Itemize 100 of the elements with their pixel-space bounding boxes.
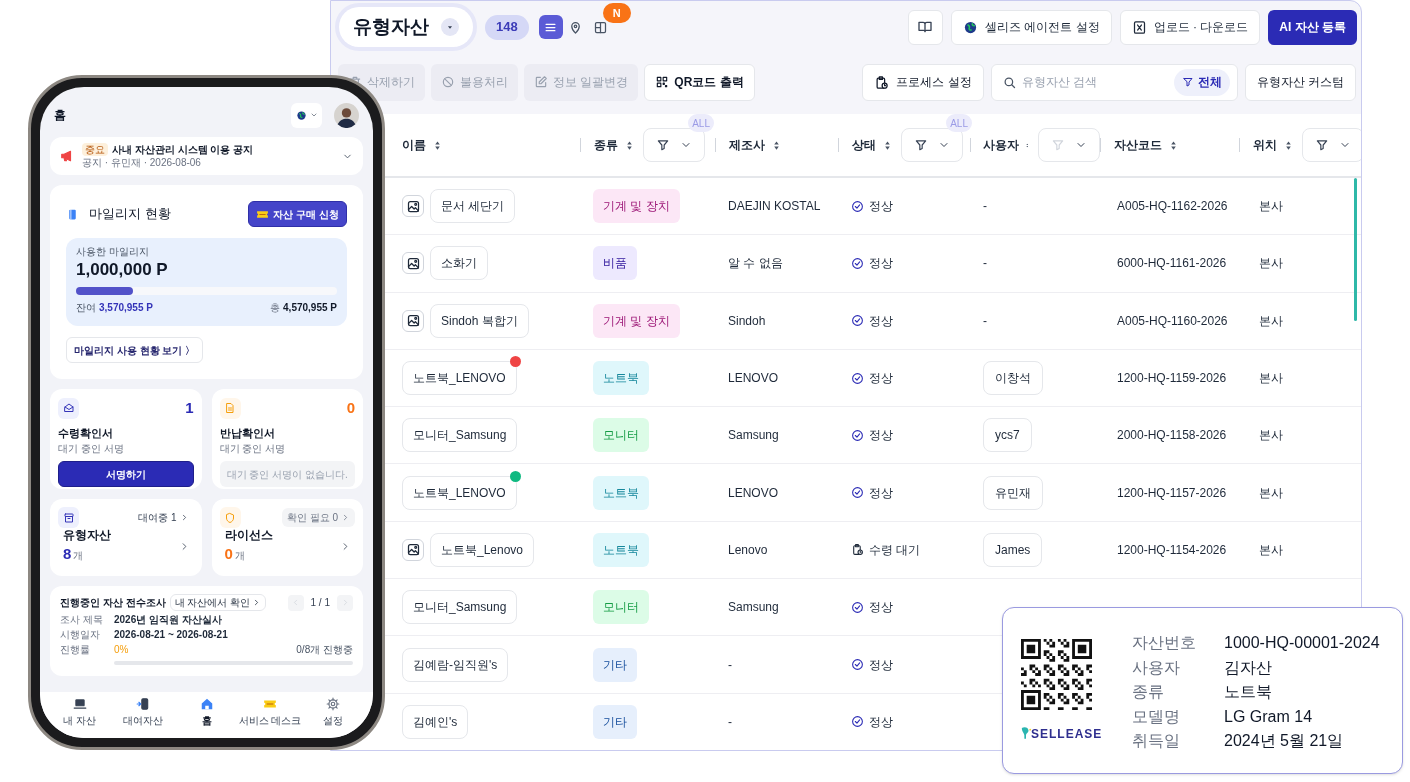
- asset-name[interactable]: 소화기: [430, 246, 488, 281]
- table-cell-text: -: [728, 713, 732, 731]
- view-button[interactable]: [538, 15, 563, 39]
- screen-title: 홈: [54, 107, 66, 124]
- card-subtitle: 대기 중인 서명: [219, 442, 287, 456]
- guide-button[interactable]: [908, 9, 943, 45]
- purchase-request-button[interactable]: 자산 구매 신청: [248, 201, 347, 227]
- spreadsheet-icon: [1131, 19, 1147, 35]
- column-header[interactable]: 제조사: [729, 136, 765, 154]
- usage-history-link[interactable]: 마일리지 사용 현황 보기 〉: [66, 337, 204, 363]
- new-badge: N: [602, 3, 631, 23]
- sign-button[interactable]: 서명하기: [58, 461, 194, 487]
- edit-icon: [534, 75, 548, 89]
- column-header[interactable]: 이름: [402, 136, 426, 154]
- megaphone-icon: [60, 149, 74, 163]
- home-icon: [199, 697, 214, 711]
- book-icon: [66, 207, 79, 221]
- card-title: 유형자산: [63, 528, 111, 543]
- user-name[interactable]: ycs7: [983, 418, 1032, 453]
- column-header[interactable]: 자산코드: [1114, 136, 1162, 154]
- nav-item[interactable]: 대여자산: [111, 697, 175, 728]
- column-header[interactable]: 종류: [594, 136, 618, 154]
- laptop-icon: [72, 697, 87, 711]
- category-tag: 기타: [593, 704, 637, 739]
- table-cell-text: -: [728, 656, 732, 674]
- field-label: 취득일: [1132, 731, 1181, 751]
- asset-name[interactable]: 모니터_Samsung: [402, 590, 518, 625]
- filter-button[interactable]: [643, 128, 705, 162]
- column-header[interactable]: 위치: [1253, 136, 1277, 154]
- search-field[interactable]: 유형자산 검색 전체: [990, 63, 1238, 101]
- nav-item[interactable]: 설정: [301, 697, 366, 728]
- column-header[interactable]: 상태: [852, 136, 876, 154]
- field-label: 자산번호: [1132, 633, 1197, 653]
- table-cell-text: 본사: [1259, 198, 1283, 216]
- avatar[interactable]: [334, 102, 359, 128]
- filter-button[interactable]: 전체: [1173, 68, 1230, 96]
- field-label: 종류: [1132, 682, 1165, 702]
- table-cell-text: 1200-HQ-1154-2026: [1117, 541, 1227, 559]
- table-cell-text: -: [983, 312, 987, 330]
- table-cell-text: 6000-HQ-1161-2026: [1117, 255, 1227, 273]
- table-cell-text: 2000-HQ-1158-2026: [1117, 427, 1227, 445]
- field-value: 2026년 임직원 자산실사: [114, 613, 222, 626]
- filter-button[interactable]: [1038, 128, 1100, 162]
- remaining-amount: 3,570,955 P: [99, 301, 153, 315]
- toolbar-button[interactable]: QR코드 출력: [644, 63, 755, 101]
- asset-name[interactable]: 김예람-임직원's: [402, 647, 509, 682]
- asset-summary-card[interactable]: 대여중 1 유형자산 8개: [50, 499, 202, 576]
- card-title: 진행중인 자산 전수조사: [60, 596, 166, 610]
- scrollbar[interactable]: [1354, 178, 1357, 321]
- table-cell-text: -: [983, 255, 987, 273]
- status-text: 정상: [869, 484, 893, 502]
- filter-button[interactable]: [901, 128, 963, 162]
- pending-count: 1: [185, 398, 194, 418]
- asset-name[interactable]: Sindoh 복합기: [430, 303, 529, 338]
- customize-button[interactable]: 유형자산 커스텀: [1244, 63, 1356, 101]
- user-name[interactable]: 이창석: [983, 361, 1043, 396]
- table-cell-text: 본사: [1259, 370, 1283, 388]
- mileage-label: 사용한 마일리지: [76, 246, 150, 258]
- check-circle-icon: [851, 428, 864, 442]
- register-button[interactable]: AI 자산 등록: [1268, 9, 1357, 45]
- filter-icon: [1051, 138, 1065, 152]
- category-tag: 노트북: [593, 361, 649, 396]
- status-chip[interactable]: 대여중 1: [133, 508, 194, 527]
- asset-name[interactable]: 모니터_Samsung: [402, 418, 518, 453]
- agent-settings-button[interactable]: 셀리즈 에이전트 설정: [951, 9, 1112, 45]
- asset-name[interactable]: 노트북_Lenovo: [430, 532, 535, 567]
- archive-icon: [58, 507, 79, 528]
- field-label: 모델명: [1132, 706, 1181, 727]
- notice-card[interactable]: 중요 사내 자산관리 시스템 이용 공지 공지 · 유민재 · 2026-08-06: [50, 137, 363, 175]
- phone-icon: [136, 697, 151, 711]
- nav-item[interactable]: 서비스 데스크: [238, 697, 302, 728]
- filter-button[interactable]: [1302, 128, 1361, 162]
- table-cell-text: LENOVO: [728, 484, 778, 502]
- nav-item[interactable]: 홈: [174, 697, 239, 728]
- user-name[interactable]: 유민재: [983, 475, 1043, 510]
- user-name[interactable]: James: [983, 532, 1043, 567]
- status-text: 정상: [869, 370, 893, 388]
- chevron-down-icon: [309, 111, 318, 119]
- field-value: 2024년 5월 21일: [1224, 731, 1345, 751]
- globe-icon: [963, 19, 978, 35]
- asset-name[interactable]: 김예인's: [402, 704, 469, 739]
- filter-badge: ALL: [688, 114, 714, 132]
- field-value: 노트북: [1224, 682, 1273, 702]
- asset-name[interactable]: 문서 세단기: [430, 189, 516, 224]
- category-tag: 기계 및 장치: [593, 189, 680, 224]
- asset-summary-card[interactable]: 확인 필요 0 라이선스 0개: [211, 499, 363, 576]
- sort-icon: [1283, 138, 1294, 152]
- card-title: 반납확인서: [219, 425, 276, 441]
- field-value: 1000-HQ-00001-2024: [1224, 633, 1380, 653]
- language-dropdown[interactable]: [291, 102, 322, 128]
- nav-item[interactable]: 내 자산: [48, 697, 112, 728]
- check-circle-icon: [851, 371, 864, 385]
- my-assets-link[interactable]: 내 자산에서 확인: [169, 594, 267, 611]
- sort-icon: [432, 138, 443, 152]
- column-header[interactable]: 사용자: [983, 136, 1020, 154]
- check-circle-icon: [851, 314, 864, 328]
- table-cell-text: 본사: [1259, 427, 1283, 445]
- mileage-amount: 1,000,000 P: [76, 259, 169, 281]
- process-settings-button[interactable]: 프로세스 설정: [862, 63, 984, 101]
- upload-download-button[interactable]: 업로드 · 다운로드: [1119, 9, 1261, 45]
